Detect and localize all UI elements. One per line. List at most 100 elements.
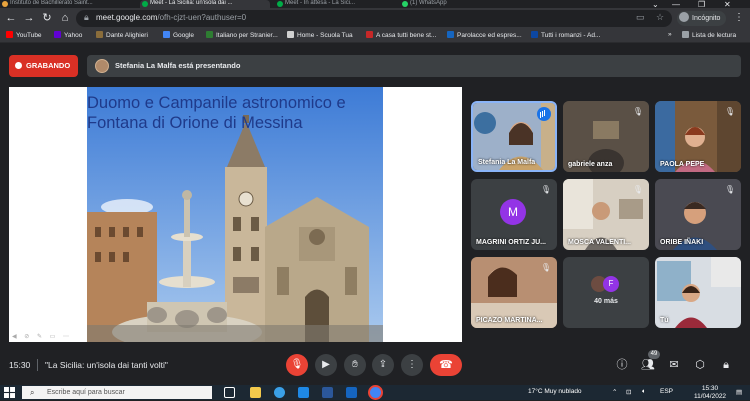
browser-tab-strip: Instituto de Bachillerato Saint... Meet …	[0, 0, 750, 9]
end-call-button[interactable]: ☎︎	[430, 354, 462, 376]
google-icon	[163, 31, 170, 38]
more-participants-tile[interactable]: F 40 más	[563, 257, 649, 328]
url-host: meet.google.com	[96, 13, 158, 22]
present-icon: ⇪	[378, 359, 388, 370]
language-indicator[interactable]: ESP	[660, 388, 673, 395]
participant-tile[interactable]: 🎙︎ ORIBE IÑAKI	[655, 179, 741, 250]
windows-start-icon[interactable]	[4, 387, 15, 398]
participant-tile[interactable]: 🎙︎ MOSCA VALENTI...	[563, 179, 649, 250]
weather-widget[interactable]: 17°C Muy nublado	[528, 388, 582, 395]
info-icon[interactable]: ⓘ	[615, 358, 629, 372]
reading-list-icon	[682, 31, 689, 38]
edge-icon[interactable]	[274, 387, 285, 398]
volume-icon[interactable]: 🔈︎	[642, 388, 646, 396]
more-vert-icon: ⋮	[407, 359, 417, 370]
participant-tile[interactable]: Stefania La Malfa	[471, 101, 557, 172]
shared-presentation[interactable]: Duomo e Campanile astronomico e Fontana …	[9, 87, 462, 342]
mic-off-icon: 🎙︎	[290, 359, 304, 370]
network-icon[interactable]: ⊡	[626, 388, 631, 396]
windows-taskbar: ⌕ Escribe aquí para buscar 17°C Muy nubla…	[0, 385, 750, 400]
browser-menu-icon[interactable]: ⋮	[734, 12, 744, 23]
home-icon[interactable]: ⌂	[58, 11, 72, 25]
bookmark-scuola-tua[interactable]: Home - Scuola Tua	[287, 31, 353, 39]
meet-control-bar: 15:30 "La Sicilia: un'isola dai tanti vo…	[0, 344, 750, 385]
bookmark-star-icon[interactable]: ☆	[656, 12, 664, 23]
file-explorer-icon[interactable]	[250, 387, 261, 398]
bookmark-italiano[interactable]: Italiano per Stranier...	[206, 31, 278, 39]
reading-list[interactable]: Lista de lectura	[682, 31, 736, 39]
slide-toolbar[interactable]: ◀ ⊘ ✎ ▭ ⋯	[12, 333, 72, 340]
meet-favicon-icon	[142, 1, 148, 7]
mic-off-icon: 🎙︎	[724, 185, 736, 194]
url-field[interactable]: 🔒︎ meet.google.com/ofh-cjzt-uen?authuser…	[76, 10, 672, 27]
more-options-button[interactable]: ⋮	[401, 354, 423, 376]
participant-tile[interactable]: 🎙︎ PICAZO MARTINA...	[471, 257, 557, 328]
profile-button[interactable]: Incógnito	[677, 11, 727, 26]
meeting-time: 15:30	[9, 360, 31, 370]
tab-whatsapp[interactable]: (1) WhatsApp	[400, 0, 480, 8]
task-view-icon[interactable]	[224, 387, 235, 398]
self-view-tile[interactable]: Tú	[655, 257, 741, 328]
participant-initial-avatar: M	[500, 199, 526, 225]
cast-icon[interactable]: ▭	[636, 12, 645, 23]
people-icon[interactable]: 👥︎	[641, 358, 655, 372]
reload-icon[interactable]: ↻	[40, 11, 54, 25]
chat-icon[interactable]: ✉︎	[667, 358, 681, 372]
word-icon[interactable]	[322, 387, 333, 398]
bookmark-dante[interactable]: Dante Alighieri	[96, 31, 148, 39]
divider	[37, 359, 38, 371]
bookmark-google[interactable]: Google	[163, 31, 194, 39]
mic-off-icon: 🎙︎	[540, 263, 552, 272]
tab-meet-waiting[interactable]: Meet - In attesa - La Sici...	[275, 0, 395, 8]
taskbar-search-input[interactable]: ⌕ Escribe aquí para buscar	[22, 386, 212, 399]
store-icon[interactable]	[298, 387, 309, 398]
url-path: /ofh-cjzt-uen?authuser=0	[157, 13, 247, 22]
meet-favicon-icon	[277, 1, 283, 7]
tab-instituto[interactable]: Instituto de Bachillerato Saint...	[0, 0, 135, 8]
tab-meet-active[interactable]: Meet - La Sicilia: un'isola dai ...	[140, 0, 270, 8]
lock-icon: 🔒︎	[84, 12, 89, 22]
address-bar-row: ← → ↻ ⌂ 🔒︎ meet.google.com/ofh-cjzt-uen?…	[0, 8, 750, 29]
tray-chevron-icon[interactable]: ⌃	[612, 388, 617, 396]
hand-icon: ✋︎	[352, 359, 358, 370]
bookmark-youtube[interactable]: YouTube	[6, 31, 42, 39]
whatsapp-favicon-icon	[402, 1, 408, 7]
chrome-icon[interactable]	[370, 387, 381, 398]
mic-off-icon: 🎙︎	[632, 107, 644, 116]
taskbar-clock[interactable]: 15:30 11/04/2022	[694, 385, 726, 401]
bookmark-parolacce[interactable]: Parolacce ed espres...	[447, 31, 522, 39]
participant-tile[interactable]: 🎙︎ gabriele anza	[563, 101, 649, 172]
more-participants-label: 40 más	[594, 298, 618, 305]
participant-tile[interactable]: 🎙︎ PAOLA PEPE	[655, 101, 741, 172]
yahoo-icon	[54, 31, 61, 38]
camera-toggle-button[interactable]: ▶︎	[315, 354, 337, 376]
presenting-banner: Stefania La Malfa está presentando	[87, 55, 741, 77]
mic-toggle-button[interactable]: 🎙︎	[286, 354, 308, 376]
mic-off-icon: 🎙︎	[632, 185, 644, 194]
camera-icon: ▶︎	[322, 359, 330, 370]
globe-icon	[447, 31, 454, 38]
raise-hand-button[interactable]: ✋︎	[344, 354, 366, 376]
incognito-icon	[679, 12, 689, 22]
recording-badge[interactable]: GRABANDO	[9, 55, 78, 77]
bookmarks-bar: YouTube Yahoo Dante Alighieri Google Ita…	[0, 29, 750, 43]
record-dot-icon	[15, 62, 22, 69]
present-button[interactable]: ⇪	[372, 354, 394, 376]
bookmark-romanzi[interactable]: Tutti i romanzi - Ad...	[531, 31, 600, 39]
mic-off-icon: 🎙︎	[540, 185, 552, 194]
search-icon: ⌕	[30, 388, 35, 397]
bookmark-a-casa[interactable]: A casa tutti bene st...	[366, 31, 436, 39]
forward-icon[interactable]: →	[22, 11, 36, 25]
activities-icon[interactable]: ⬡	[693, 358, 707, 372]
back-icon[interactable]: ←	[4, 11, 18, 25]
film-icon	[366, 31, 373, 38]
dante-icon	[96, 31, 103, 38]
mic-off-icon: 🎙︎	[724, 107, 736, 116]
more-bookmarks-icon[interactable]: »	[668, 31, 672, 38]
participant-tile[interactable]: M 🎙︎ MAGRINI ORTIZ JU...	[471, 179, 557, 250]
notifications-icon[interactable]: ▤	[736, 388, 742, 396]
bookmark-yahoo[interactable]: Yahoo	[54, 31, 82, 39]
meeting-name: "La Sicilia: un'isola dai tanti volti"	[45, 360, 168, 370]
mail-icon[interactable]	[346, 387, 357, 398]
host-controls-icon[interactable]: 🔒︎	[719, 358, 733, 372]
